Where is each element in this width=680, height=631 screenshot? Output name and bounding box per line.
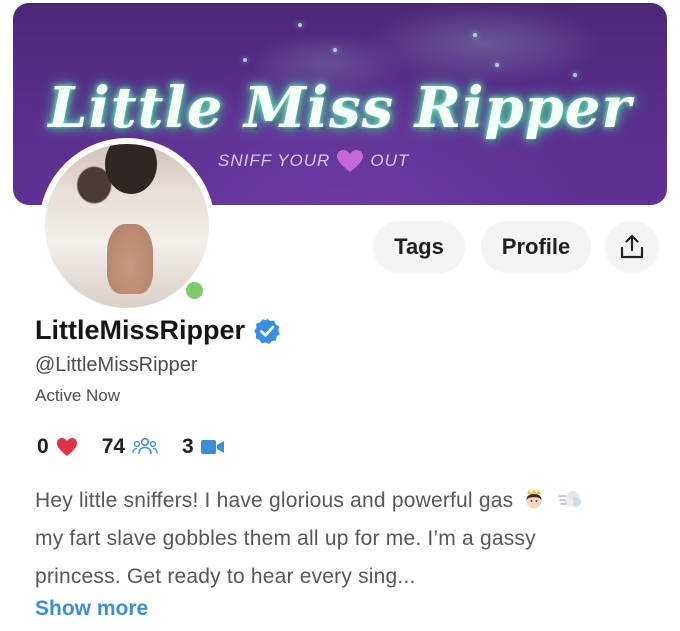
bio-line: Hey little sniffers! I have glorious and…: [35, 482, 645, 520]
bio-line-1: Hey little sniffers! I have glorious and…: [35, 489, 514, 512]
share-icon: [620, 234, 644, 259]
verified-badge-icon: [254, 318, 280, 344]
heart-icon: [337, 150, 364, 172]
video-camera-icon: [200, 440, 224, 454]
profile-bio: Hey little sniffers! I have glorious and…: [35, 482, 645, 596]
likes-stat: 0: [37, 435, 78, 459]
online-status-dot: [183, 279, 206, 302]
dash-emoji-icon: [558, 491, 582, 507]
profile-button[interactable]: Profile: [481, 221, 591, 273]
subscribers-stat: 74: [102, 435, 158, 459]
banner-title: Little Miss Ripper: [48, 75, 632, 141]
profile-handle: @LittleMissRipper: [35, 354, 198, 376]
banner-tagline-left: SNIFF YOUR: [218, 151, 331, 170]
banner-sparkle: [495, 63, 499, 67]
videos-stat: 3: [182, 435, 225, 459]
show-more-link[interactable]: Show more: [35, 597, 148, 621]
avatar-hair: [105, 144, 157, 194]
share-button[interactable]: [605, 221, 659, 273]
banner-sparkle: [333, 48, 337, 52]
likes-count: 0: [37, 435, 49, 458]
bio-line-2: my fart slave gobbles them all up for me…: [35, 527, 536, 550]
profile-stats: 0 74 3: [37, 435, 249, 459]
avatar-feet: [107, 224, 153, 294]
bio-line-3: princess. Get ready to hear every sing..…: [35, 565, 416, 588]
people-icon: [132, 437, 158, 455]
banner-tagline-right: OUT: [370, 151, 410, 170]
subscribers-count: 74: [101, 435, 126, 458]
banner-tagline: SNIFF YOUR OUT: [218, 149, 409, 173]
tags-button[interactable]: Tags: [373, 221, 465, 273]
princess-emoji-icon: [526, 489, 542, 509]
videos-count: 3: [182, 435, 194, 458]
name-row: LittleMissRipper: [35, 315, 281, 346]
banner-sparkle: [243, 58, 247, 62]
activity-status: Active Now: [35, 386, 121, 405]
banner-sparkle: [298, 23, 302, 27]
display-name: LittleMissRipper: [35, 315, 246, 345]
banner-sparkle: [473, 33, 477, 37]
heart-icon: [56, 438, 77, 456]
